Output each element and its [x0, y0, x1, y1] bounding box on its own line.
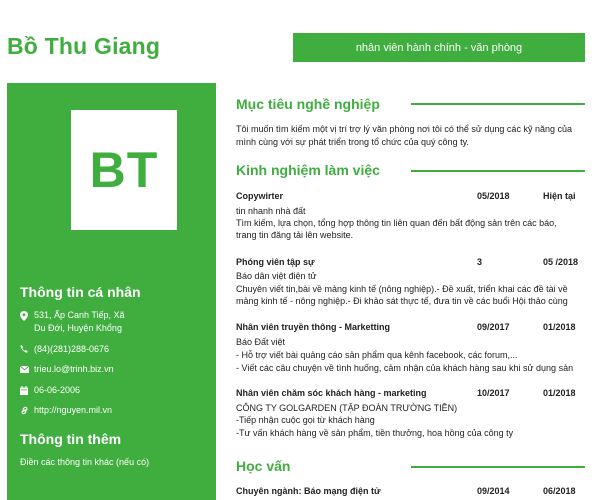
birthday-text: 06-06-2006	[34, 385, 81, 395]
birthday-row: 06-06-2006	[20, 384, 80, 397]
objective-line2: mình cùng với sự phát triển trong tổ chứ…	[236, 136, 469, 147]
website-text[interactable]: http://nguyen.mil.vn	[34, 404, 112, 417]
personal-info-heading: Thông tin cá nhân	[20, 284, 141, 300]
job-title: Phóng viên tập sự	[236, 257, 315, 267]
job-company: CÔNG TY GOLGARDEN (TẬP ĐOÀN TRƯỜNG TIỀN)	[236, 403, 458, 413]
link-icon	[20, 404, 34, 417]
job-end: 01/2018	[543, 388, 576, 398]
envelope-icon	[20, 363, 34, 376]
address-line1: 531, Ấp Canh Tiếp, Xã	[34, 310, 125, 320]
location-pin-icon	[20, 309, 34, 322]
candidate-name: Bồ Thu Giang	[7, 33, 161, 59]
education-start: 09/2014	[477, 486, 510, 496]
job-company: tin nhanh nhà đất	[236, 206, 306, 216]
job-desc-line: -Tư vấn khách hàng về sản phẩm, tiền thư…	[236, 428, 514, 438]
objective-divider	[411, 103, 585, 105]
experience-divider	[411, 170, 585, 172]
job-title: Nhân viên chăm sóc khách hàng - marketin…	[236, 388, 427, 398]
more-info-text: Điền các thông tin khác (nếu có)	[20, 457, 150, 467]
objective-line1: Tôi muốn tìm kiếm một vị trí trợ lý văn …	[236, 124, 572, 134]
email-row[interactable]: trieu.lo@trinh.biz.vn	[20, 363, 114, 376]
job-desc-line: Tìm kiếm, lựa chọn, tổng hợp thông tin l…	[236, 218, 557, 228]
main-column: Mục tiêu nghề nghiệp Tôi muốn tìm kiếm m…	[236, 0, 596, 500]
job-end: Hiện tại	[543, 191, 576, 201]
avatar: BT	[71, 110, 177, 230]
job-start: 10/2017	[477, 388, 510, 398]
job-title: Nhân viên truyền thông - Marketting	[236, 322, 391, 332]
job-start: 3	[477, 257, 483, 267]
education-major: Chuyên ngành: Báo mạng điện tử	[236, 486, 381, 496]
job-desc-line: mảng kinh tế - nông nghiệp.- Đi khảo sát…	[236, 296, 568, 306]
job-start: 09/2017	[477, 322, 510, 332]
phone-icon	[20, 343, 34, 356]
job-end: 01/2018	[543, 322, 576, 332]
job-start: 05/2018	[477, 191, 510, 201]
avatar-initials: BT	[89, 142, 159, 198]
job-company: Báo dân việt điện tử	[236, 271, 317, 281]
phone-row: (84)(281)288-0676	[20, 343, 109, 356]
job-title: Copywirter	[236, 191, 284, 201]
education-divider	[411, 466, 585, 468]
sidebar: BT Thông tin cá nhân 531, Ấp Canh Tiếp, …	[7, 83, 216, 500]
calendar-icon	[20, 384, 34, 397]
education-end: 06/2018	[543, 486, 576, 496]
objective-heading: Mục tiêu nghề nghiệp	[236, 96, 380, 112]
objective-text: Tôi muốn tìm kiếm một vị trí trợ lý văn …	[236, 123, 586, 148]
address-line2: Du Đới, Huyện Khổng	[34, 323, 122, 333]
address-row: 531, Ấp Canh Tiếp, Xã Du Đới, Huyện Khổn…	[20, 309, 125, 335]
more-info-heading: Thông tin thêm	[20, 431, 122, 447]
job-desc-line: - Viết các câu chuyện về tình huống, cảm…	[236, 363, 574, 373]
job-desc-line: - Hỗ trợ viết bài quảng cáo sản phẩm qua…	[236, 350, 518, 360]
job-end: 05 /2018	[543, 257, 579, 267]
job-desc-line: Chuyên viết tin,bài về mảng kinh tế (nôn…	[236, 284, 568, 294]
job-desc-line: -Tiếp nhận cuộc gọi từ khách hàng	[236, 415, 375, 425]
job-desc-line: trang tin đăng tải lên website.	[236, 230, 354, 240]
experience-heading: Kinh nghiệm làm việc	[236, 162, 380, 178]
email-text[interactable]: trieu.lo@trinh.biz.vn	[34, 363, 114, 376]
website-row[interactable]: http://nguyen.mil.vn	[20, 404, 112, 417]
job-company: Báo Đất việt	[236, 337, 286, 347]
phone-text: (84)(281)288-0676	[34, 344, 110, 354]
education-heading: Học vấn	[236, 458, 291, 474]
